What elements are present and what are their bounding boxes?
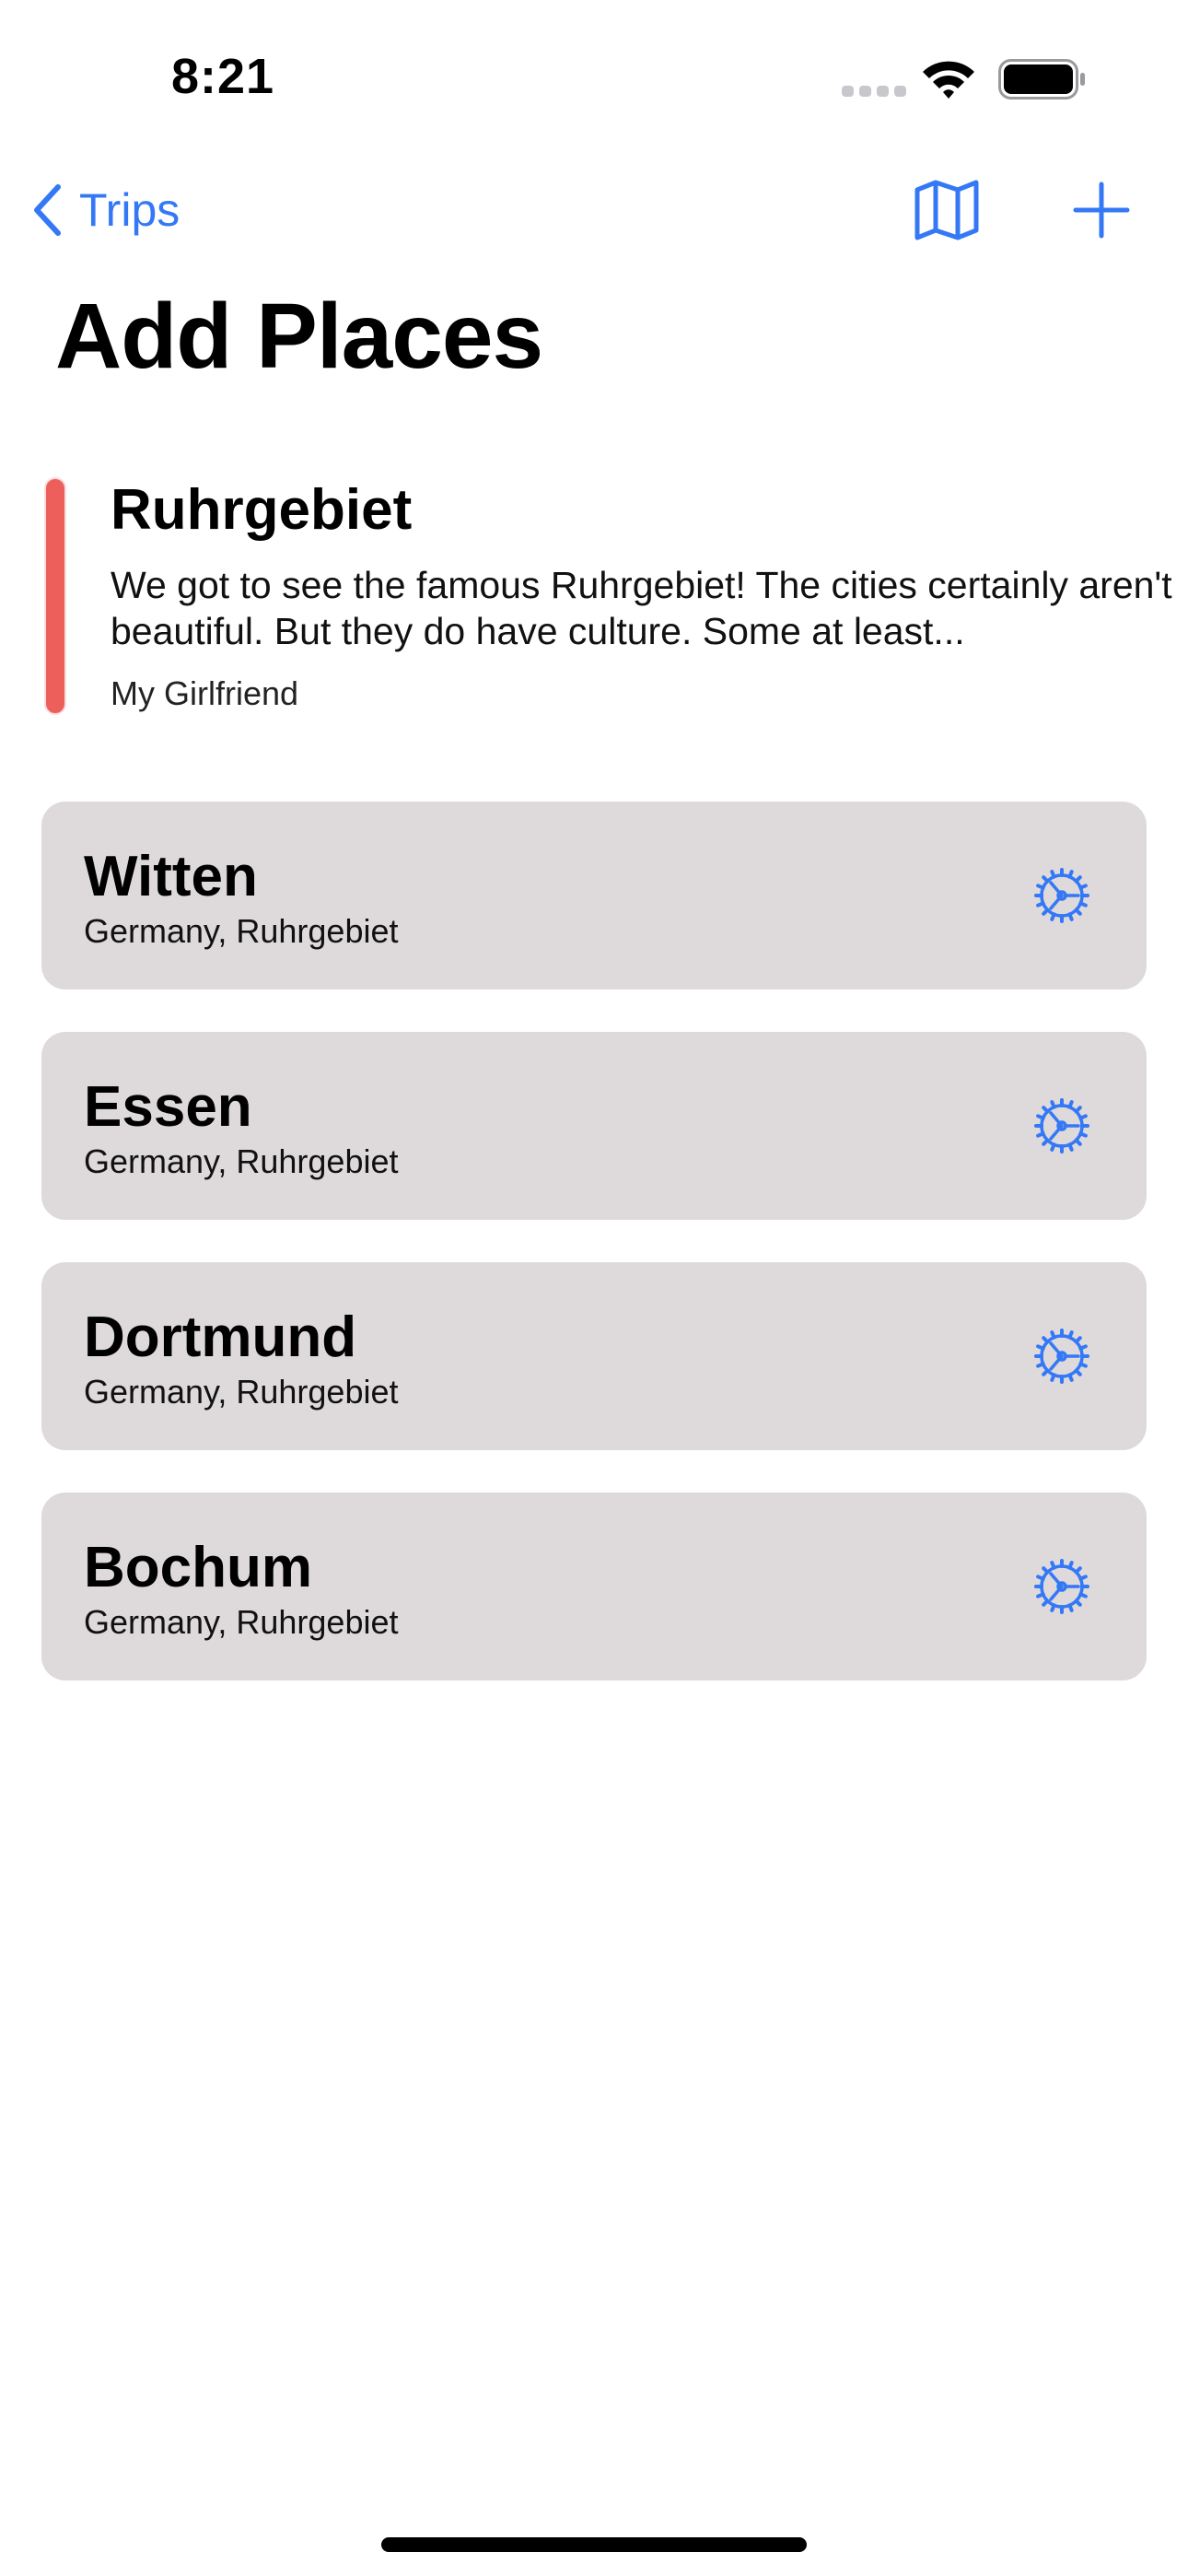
battery-icon [998, 59, 1085, 100]
place-subtitle: Germany, Ruhrgebiet [84, 912, 399, 950]
page-title: Add Places [55, 285, 543, 388]
place-row[interactable]: Essen Germany, Ruhrgebiet [41, 1032, 1147, 1220]
plus-icon[interactable] [1072, 181, 1131, 240]
place-subtitle: Germany, Ruhrgebiet [84, 1603, 399, 1641]
trip-description: We got to see the famous Ruhrgebiet! The… [111, 564, 1172, 652]
status-bar: 8:21 [0, 0, 1188, 157]
place-name: Dortmund [84, 1306, 357, 1369]
place-name: Witten [84, 845, 258, 908]
back-button-label: Trips [79, 184, 181, 236]
trip-summary: Ruhrgebiet We got to see the famous Ruhr… [44, 477, 1172, 719]
home-indicator[interactable] [381, 2537, 807, 2552]
trip-color-bar [44, 477, 66, 715]
place-row[interactable]: Bochum Germany, Ruhrgebiet [41, 1493, 1147, 1680]
gear-icon[interactable] [1032, 866, 1091, 925]
place-subtitle: Germany, Ruhrgebiet [84, 1142, 399, 1180]
places-list: Witten Germany, Ruhrgebiet Essen Germany… [41, 802, 1147, 1723]
place-row[interactable]: Dortmund Germany, Ruhrgebiet [41, 1262, 1147, 1450]
place-name: Bochum [84, 1536, 312, 1599]
gear-icon[interactable] [1032, 1327, 1091, 1386]
wifi-icon [923, 61, 974, 99]
place-row[interactable]: Witten Germany, Ruhrgebiet [41, 802, 1147, 989]
place-subtitle: Germany, Ruhrgebiet [84, 1373, 399, 1411]
status-time: 8:21 [171, 49, 275, 104]
chevron-left-icon [34, 184, 61, 236]
map-icon[interactable] [914, 177, 980, 243]
trip-title: Ruhrgebiet [111, 478, 413, 542]
back-button[interactable]: Trips [31, 175, 180, 245]
cellular-signal-icon [842, 86, 906, 97]
gear-icon[interactable] [1032, 1096, 1091, 1155]
place-name: Essen [84, 1075, 252, 1139]
gear-icon[interactable] [1032, 1557, 1091, 1616]
trip-author: My Girlfriend [111, 674, 299, 712]
